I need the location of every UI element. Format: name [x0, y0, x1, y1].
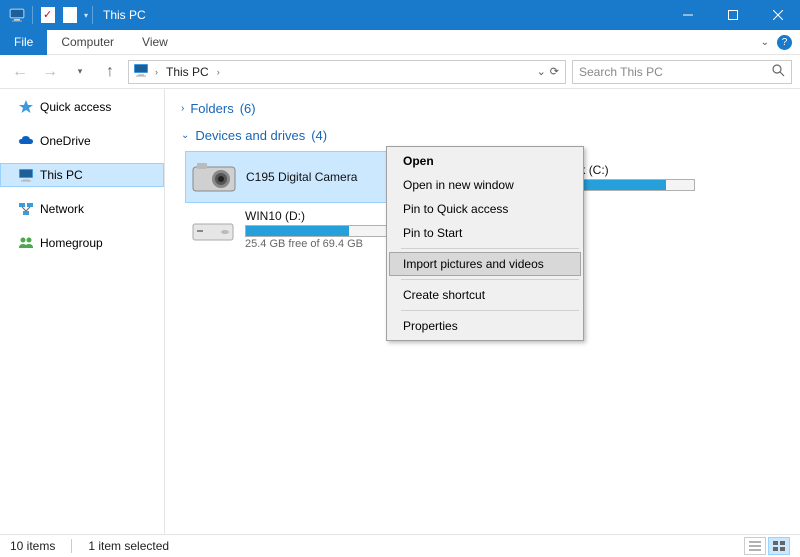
sidebar-item-label: Homegroup	[40, 236, 103, 250]
refresh-icon[interactable]: ⟳	[550, 65, 559, 78]
homegroup-icon	[18, 235, 34, 251]
sidebar-item-this-pc[interactable]: This PC	[0, 163, 164, 187]
this-pc-icon	[18, 167, 34, 183]
expand-ribbon-icon[interactable]: ⌄	[761, 37, 769, 48]
sidebar-item-label: Network	[40, 202, 84, 216]
sidebar-item-network[interactable]: Network	[0, 197, 164, 221]
address-dropdown-icon[interactable]: ⌄	[537, 65, 546, 78]
star-icon	[18, 99, 34, 115]
this-pc-icon	[131, 62, 151, 81]
status-bar: 10 items 1 item selected	[0, 534, 800, 557]
menu-item-create-shortcut[interactable]: Create shortcut	[389, 283, 581, 307]
menu-separator	[401, 248, 579, 249]
status-selected-count: 1 item selected	[88, 539, 181, 553]
context-menu: Open Open in new window Pin to Quick acc…	[386, 146, 584, 341]
sidebar-item-label: Quick access	[40, 100, 111, 114]
menu-separator	[401, 310, 579, 311]
chevron-down-icon: ⌄	[181, 130, 189, 141]
back-button[interactable]: ←	[8, 60, 32, 84]
navigation-pane: Quick access OneDrive This PC Network Ho…	[0, 89, 165, 534]
sidebar-item-homegroup[interactable]: Homegroup	[0, 231, 164, 255]
search-placeholder: Search This PC	[579, 65, 663, 79]
cloud-icon	[18, 133, 34, 149]
camera-icon	[190, 157, 238, 197]
tiles-view-button[interactable]	[768, 537, 790, 555]
group-count: (4)	[311, 128, 327, 143]
group-label: Devices and drives	[195, 128, 305, 143]
chevron-right-icon[interactable]: ›	[213, 67, 224, 77]
quick-access-toolbar: ▾	[0, 4, 97, 26]
qat-dropdown-icon[interactable]: ▾	[84, 11, 88, 20]
up-button[interactable]: ↑	[98, 60, 122, 84]
search-icon	[772, 64, 785, 80]
group-count: (6)	[240, 101, 256, 116]
network-icon	[18, 201, 34, 217]
breadcrumb-this-pc[interactable]: This PC	[162, 65, 213, 79]
sidebar-item-label: OneDrive	[40, 134, 91, 148]
details-view-button[interactable]	[744, 537, 766, 555]
ribbon-tabs: File Computer View ⌄ ?	[0, 30, 800, 55]
menu-item-pin-start[interactable]: Pin to Start	[389, 221, 581, 245]
window-title: This PC	[103, 8, 146, 22]
address-bar[interactable]: › This PC › ⌄ ⟳	[128, 60, 566, 84]
help-icon[interactable]: ?	[777, 35, 792, 50]
menu-item-import-pictures[interactable]: Import pictures and videos	[389, 252, 581, 276]
drive-icon	[189, 209, 237, 249]
menu-item-open-new-window[interactable]: Open in new window	[389, 173, 581, 197]
search-input[interactable]: Search This PC	[572, 60, 792, 84]
view-tab[interactable]: View	[128, 30, 182, 55]
chevron-right-icon: ›	[181, 103, 184, 114]
close-button[interactable]	[755, 0, 800, 30]
menu-item-pin-quick-access[interactable]: Pin to Quick access	[389, 197, 581, 221]
menu-separator	[401, 279, 579, 280]
sidebar-item-label: This PC	[40, 168, 83, 182]
group-label: Folders	[190, 101, 233, 116]
forward-button[interactable]: →	[38, 60, 62, 84]
menu-item-properties[interactable]: Properties	[389, 314, 581, 338]
chevron-right-icon[interactable]: ›	[151, 67, 162, 77]
maximize-button[interactable]	[710, 0, 755, 30]
this-pc-icon[interactable]	[6, 4, 28, 26]
computer-tab[interactable]: Computer	[47, 30, 128, 55]
minimize-button[interactable]	[665, 0, 710, 30]
titlebar: ▾ This PC	[0, 0, 800, 30]
menu-item-open[interactable]: Open	[389, 149, 581, 173]
file-tab[interactable]: File	[0, 30, 47, 55]
recent-locations-icon[interactable]: ▾	[68, 60, 92, 84]
new-icon[interactable]	[59, 4, 81, 26]
sidebar-item-onedrive[interactable]: OneDrive	[0, 129, 164, 153]
navigation-bar: ← → ▾ ↑ › This PC › ⌄ ⟳ Search This PC	[0, 55, 800, 89]
properties-icon[interactable]	[37, 4, 59, 26]
sidebar-item-quick-access[interactable]: Quick access	[0, 95, 164, 119]
group-header-folders[interactable]: › Folders (6)	[177, 97, 788, 124]
status-item-count: 10 items	[10, 539, 67, 553]
